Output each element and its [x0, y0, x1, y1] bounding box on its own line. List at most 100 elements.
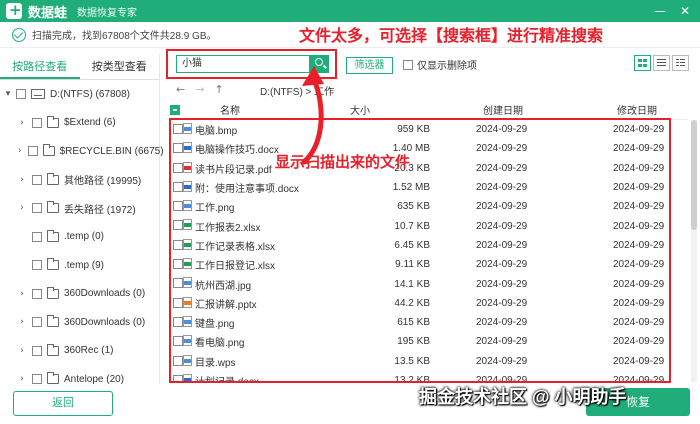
list-view-button[interactable]	[653, 55, 670, 71]
table-row[interactable]: 工作日报登记.xlsx 9.11 KB 2024-09-29 2024-09-29	[171, 255, 669, 274]
table-row[interactable]: 计划记录.docx 13.2 KB 2024-09-29 2024-09-29	[171, 371, 669, 381]
row-checkbox[interactable]	[173, 355, 183, 366]
folder-tree: ▾ D:(NTFS) (67808) › $Extend (6) › $RECY…	[0, 80, 164, 394]
checkbox[interactable]	[32, 317, 42, 328]
up-arrow-icon[interactable]: ↑	[214, 83, 223, 96]
chevron-right-icon[interactable]: ›	[18, 118, 26, 128]
tree-root-label: D:(NTFS) (67808)	[50, 88, 131, 100]
table-row[interactable]: 电脑操作技巧.docx 1.40 MB 2024-09-29 2024-09-29	[171, 139, 669, 158]
tree-item[interactable]: .temp (9)	[0, 251, 159, 280]
minimize-icon[interactable]: —	[654, 4, 666, 18]
word-file-icon	[183, 373, 192, 381]
row-checkbox[interactable]	[173, 239, 183, 250]
ppt-file-icon	[183, 296, 192, 308]
tree-item[interactable]: › 丢失路径 (1972)	[0, 194, 159, 223]
back-button[interactable]: 返回	[13, 391, 113, 416]
view-tabs: 按路径查看 按类型查看	[0, 54, 159, 80]
col-created-header[interactable]: 创建日期	[483, 102, 523, 117]
back-arrow-icon[interactable]: ←	[176, 83, 185, 96]
row-checkbox[interactable]	[173, 181, 183, 192]
table-row[interactable]: 键盘.png 615 KB 2024-09-29 2024-09-29	[171, 313, 669, 332]
tree-item-label: 360Downloads (0)	[64, 288, 146, 300]
row-checkbox[interactable]	[173, 316, 183, 327]
nav-bar: ← → ↑	[166, 80, 686, 98]
table-row[interactable]: 工作报表2.xlsx 10.7 KB 2024-09-29 2024-09-29	[171, 216, 669, 235]
checkbox[interactable]	[32, 203, 42, 214]
row-checkbox[interactable]	[173, 201, 183, 212]
row-checkbox[interactable]	[173, 336, 183, 347]
check-circle-icon	[12, 27, 26, 42]
tree-root[interactable]: ▾ D:(NTFS) (67808)	[0, 80, 159, 109]
pdf-file-icon	[183, 161, 192, 173]
checkbox[interactable]	[32, 231, 42, 242]
table-row[interactable]: 看电脑.png 195 KB 2024-09-29 2024-09-29	[171, 332, 669, 351]
tree-item[interactable]: › 360Rec (1)	[0, 337, 159, 366]
row-checkbox[interactable]	[173, 374, 183, 381]
forward-arrow-icon[interactable]: →	[195, 83, 204, 96]
chevron-right-icon[interactable]: ›	[18, 374, 26, 384]
table-row[interactable]: 附：使用注意事项.docx 1.52 MB 2024-09-29 2024-09-29	[171, 178, 669, 197]
file-size: 635 KB	[397, 201, 430, 213]
detail-view-button[interactable]	[672, 55, 689, 71]
filter-button[interactable]: 筛选器	[346, 57, 393, 74]
file-name: 读书片段记录.pdf	[195, 164, 272, 176]
file-name: 工作日报登记.xlsx	[195, 261, 275, 273]
table-row[interactable]: 杭州西湖.jpg 14.1 KB 2024-09-29 2024-09-29	[171, 274, 669, 293]
col-name-header[interactable]: 名称	[220, 102, 240, 117]
checkbox[interactable]	[32, 374, 42, 385]
checkbox[interactable]	[32, 117, 42, 128]
file-created-date: 2024-09-29	[476, 162, 528, 174]
chevron-right-icon[interactable]: ›	[18, 346, 26, 356]
tree-item[interactable]: › 其他路径 (19995)	[0, 166, 159, 195]
table-row[interactable]: 工作记录表格.xlsx 6.45 KB 2024-09-29 2024-09-29	[171, 236, 669, 255]
col-size-header[interactable]: 大小	[350, 102, 370, 117]
tree-item[interactable]: .temp (0)	[0, 223, 159, 252]
row-checkbox[interactable]	[173, 259, 183, 270]
table-row[interactable]: 目录.wps 13.5 KB 2024-09-29 2024-09-29	[171, 352, 669, 371]
checkbox[interactable]	[32, 288, 42, 299]
deleted-only-toggle[interactable]: 仅显示删除项	[403, 57, 477, 72]
col-modified-header[interactable]: 修改日期	[617, 102, 657, 117]
table-row[interactable]: 汇报讲解.pptx 44.2 KB 2024-09-29 2024-09-29	[171, 294, 669, 313]
chevron-right-icon[interactable]: ›	[18, 203, 26, 213]
chevron-right-icon[interactable]: ›	[18, 175, 26, 185]
checkbox[interactable]	[32, 174, 42, 185]
row-checkbox[interactable]	[173, 162, 183, 173]
scrollbar-thumb[interactable]	[691, 120, 697, 230]
checkbox[interactable]	[32, 260, 42, 271]
chevron-right-icon[interactable]: ›	[18, 317, 26, 327]
scrollbar[interactable]	[691, 120, 697, 382]
grid-view-button[interactable]	[634, 55, 651, 71]
close-icon[interactable]: ✕	[680, 4, 690, 18]
checkbox[interactable]	[27, 146, 38, 157]
row-checkbox[interactable]	[173, 220, 183, 231]
folder-icon	[47, 343, 59, 356]
image-file-icon	[183, 335, 192, 347]
tree-item[interactable]: › 360Downloads (0)	[0, 280, 159, 309]
file-name: 工作报表2.xlsx	[195, 222, 261, 234]
tree-item[interactable]: › 360Downloads (0)	[0, 308, 159, 337]
row-checkbox[interactable]	[173, 278, 183, 289]
checkbox[interactable]	[16, 89, 26, 100]
file-modified-date: 2024-09-29	[613, 182, 665, 194]
wps-file-icon	[183, 354, 192, 366]
checkbox[interactable]	[32, 345, 42, 356]
table-row[interactable]: 工作.png 635 KB 2024-09-29 2024-09-29	[171, 197, 669, 216]
tree-item[interactable]: › Antelope (20)	[0, 365, 159, 394]
row-checkbox[interactable]	[173, 124, 183, 134]
file-modified-date: 2024-09-29	[613, 143, 665, 155]
file-created-date: 2024-09-29	[476, 297, 528, 309]
chevron-right-icon[interactable]: ›	[18, 146, 22, 156]
checkbox[interactable]	[403, 59, 413, 70]
table-row[interactable]: 电脑.bmp 959 KB 2024-09-29 2024-09-29	[171, 120, 669, 139]
row-checkbox[interactable]	[173, 143, 183, 154]
row-checkbox[interactable]	[173, 297, 183, 308]
tab-by-path[interactable]: 按路径查看	[0, 54, 80, 79]
tree-item[interactable]: › $Extend (6)	[0, 109, 159, 138]
select-all-checkbox[interactable]	[170, 104, 180, 115]
table-row[interactable]: 读书片段记录.pdf 20.3 KB 2024-09-29 2024-09-29	[171, 159, 669, 178]
tab-by-type[interactable]: 按类型查看	[80, 54, 160, 79]
chevron-right-icon[interactable]: ›	[18, 289, 26, 299]
tree-item[interactable]: › $RECYCLE.BIN (6675)	[0, 137, 164, 166]
chevron-down-icon[interactable]: ▾	[4, 89, 12, 99]
